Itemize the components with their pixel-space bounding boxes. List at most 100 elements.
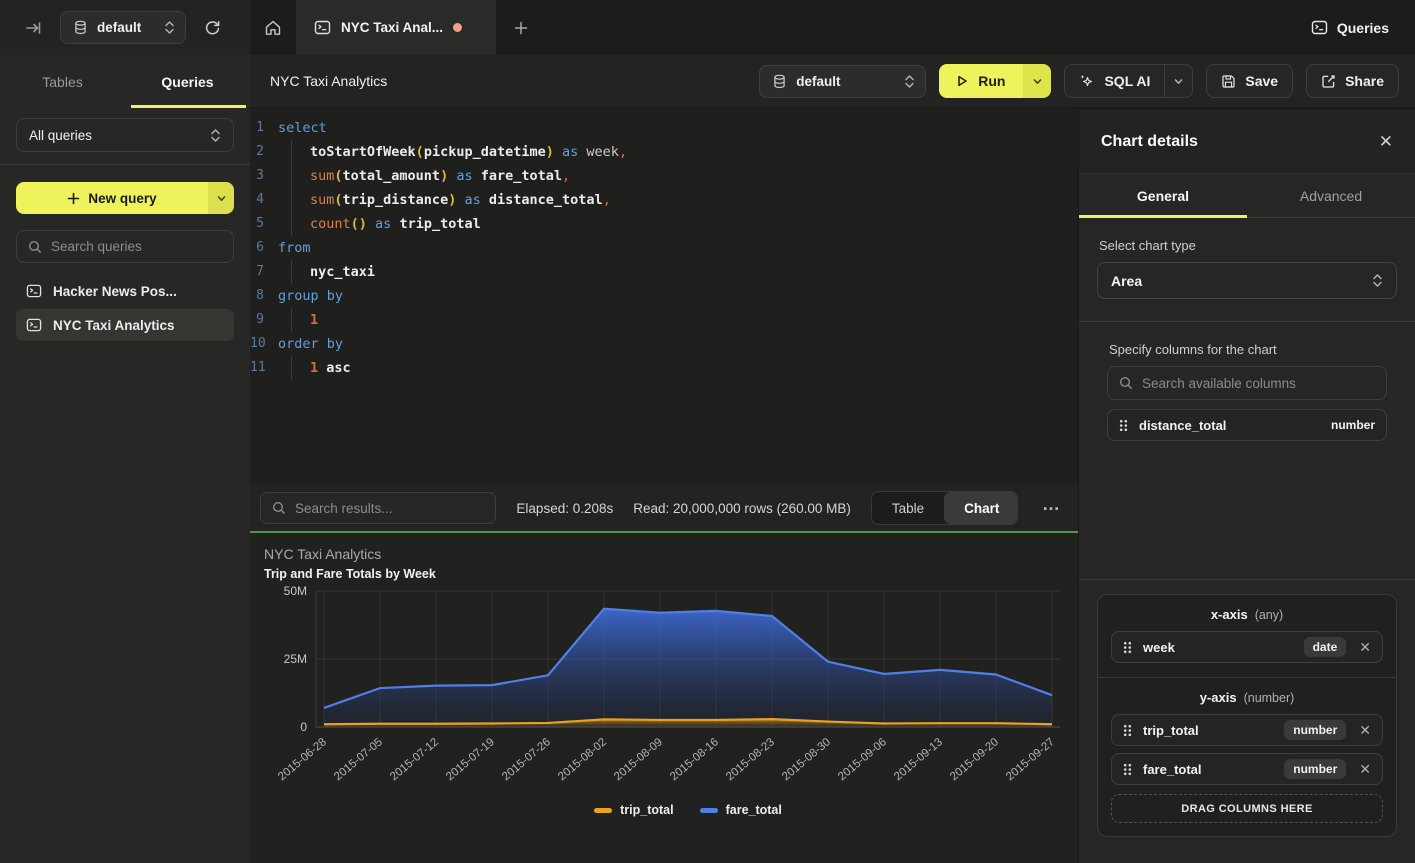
chart-type-select[interactable]: Area <box>1097 262 1397 299</box>
home-button[interactable] <box>250 0 296 55</box>
sql-editor-lines: 1select2toStartOfWeek(pickup_datetime) a… <box>250 116 1078 380</box>
column-type: number <box>1331 418 1375 432</box>
remove-column-icon[interactable]: ✕ <box>1359 761 1371 778</box>
panel-spacer <box>1097 441 1397 557</box>
sql-ai-button[interactable]: SQL AI <box>1064 64 1193 98</box>
chart-details-title: Chart details <box>1101 133 1379 151</box>
results-area-chart[interactable]: 025M50M2015-06-282015-07-052015-07-12201… <box>264 581 1072 803</box>
svg-text:2015-08-09: 2015-08-09 <box>612 736 665 783</box>
new-query-main[interactable]: New query <box>16 182 208 214</box>
column-type-badge: date <box>1304 637 1347 657</box>
query-list-item-nyc-taxi[interactable]: NYC Taxi Analytics <box>16 309 234 341</box>
columns-area: Specify columns for the chart distance_t… <box>1107 342 1387 441</box>
column-search-input[interactable] <box>1142 376 1375 391</box>
updown-chevrons-icon <box>1372 273 1383 288</box>
y-axis-column-fare-total[interactable]: fare_total number ✕ <box>1111 753 1383 785</box>
save-icon <box>1221 74 1236 89</box>
svg-text:0: 0 <box>300 720 307 734</box>
panel-divider <box>1079 579 1415 580</box>
tab-title: NYC Taxi Anal... <box>341 20 443 35</box>
svg-text:2015-09-20: 2015-09-20 <box>948 736 1001 783</box>
query-search[interactable] <box>16 230 234 263</box>
save-button[interactable]: Save <box>1206 64 1293 98</box>
sql-editor[interactable]: 1select2toStartOfWeek(pickup_datetime) a… <box>250 108 1078 485</box>
columns-label: Specify columns for the chart <box>1109 342 1387 357</box>
sidebar-tabs: Tables Queries <box>0 55 250 108</box>
available-column-distance-total[interactable]: distance_total number <box>1107 409 1387 441</box>
svg-text:2015-06-28: 2015-06-28 <box>276 736 329 783</box>
drag-handle-icon[interactable] <box>1119 419 1128 432</box>
panel-divider <box>1079 321 1415 322</box>
query-search-input[interactable] <box>51 239 222 254</box>
database-selector[interactable]: default <box>60 11 186 44</box>
refresh-icon[interactable] <box>198 14 226 42</box>
run-button-main[interactable]: Run <box>939 64 1023 98</box>
column-type-badge: number <box>1284 759 1346 779</box>
svg-text:2015-07-12: 2015-07-12 <box>388 736 441 783</box>
query-filter-select[interactable]: All queries <box>16 118 234 152</box>
column-search[interactable] <box>1107 366 1387 400</box>
legend-item-fare_total[interactable]: fare_total <box>700 803 782 817</box>
share-button[interactable]: Share <box>1306 64 1399 98</box>
column-name: distance_total <box>1139 418 1320 433</box>
query-filter-value: All queries <box>29 128 92 143</box>
y-axis-column-trip-total[interactable]: trip_total number ✕ <box>1111 714 1383 746</box>
results-search-input[interactable] <box>295 501 484 516</box>
query-list-item-hacker-news[interactable]: Hacker News Pos... <box>16 275 234 307</box>
sql-ai-dropdown[interactable] <box>1164 65 1192 97</box>
y-axis-header: y-axis (number) <box>1111 690 1383 705</box>
run-button[interactable]: Run <box>939 64 1051 98</box>
database-selector-value: default <box>97 20 141 35</box>
tab-nyc-taxi-analytics[interactable]: NYC Taxi Anal... <box>296 0 496 55</box>
y-axis-chips: trip_total number ✕ fare_total number ✕ <box>1111 714 1383 785</box>
run-database-selector[interactable]: default <box>759 65 926 98</box>
chart-type-value: Area <box>1111 273 1142 289</box>
remove-column-icon[interactable]: ✕ <box>1359 639 1371 656</box>
drag-handle-icon[interactable] <box>1123 641 1132 654</box>
sql-ai-main[interactable]: SQL AI <box>1065 65 1164 97</box>
more-options-icon[interactable]: … <box>1038 494 1064 523</box>
x-axis-chips: week date ✕ <box>1111 631 1383 663</box>
legend-swatch-icon <box>700 808 718 813</box>
share-icon <box>1321 74 1336 89</box>
legend-item-trip_total[interactable]: trip_total <box>594 803 673 817</box>
database-icon <box>772 74 787 89</box>
sidebar-tab-queries[interactable]: Queries <box>125 55 250 108</box>
column-name: week <box>1143 640 1293 655</box>
chart-type-label: Select chart type <box>1099 238 1397 253</box>
chart-details-header: Chart details ✕ <box>1079 110 1415 174</box>
sql-ai-label: SQL AI <box>1104 73 1150 89</box>
results-search[interactable] <box>260 492 496 524</box>
x-axis-column-week[interactable]: week date ✕ <box>1111 631 1383 663</box>
legend-label: trip_total <box>620 803 673 817</box>
new-query-dropdown[interactable] <box>208 182 234 214</box>
new-query-button[interactable]: New query <box>16 182 234 214</box>
close-icon[interactable]: ✕ <box>1379 132 1393 152</box>
new-query-label: New query <box>88 191 156 206</box>
view-toggle-table[interactable]: Table <box>872 492 944 524</box>
svg-text:2015-09-13: 2015-09-13 <box>892 736 945 783</box>
sidebar-tab-tables[interactable]: Tables <box>0 55 125 108</box>
search-icon <box>272 501 286 515</box>
new-tab-button[interactable] <box>496 0 546 55</box>
query-list: Hacker News Pos... NYC Taxi Analytics <box>16 275 234 341</box>
column-type-badge: number <box>1284 720 1346 740</box>
top-bar: default NYC Taxi Anal... <box>0 0 1415 55</box>
view-toggle-chart[interactable]: Chart <box>944 492 1018 524</box>
sidebar-body: All queries New query <box>0 108 250 341</box>
drag-columns-dropzone[interactable]: DRAG COLUMNS HERE <box>1111 794 1383 823</box>
svg-text:2015-09-06: 2015-09-06 <box>836 736 889 783</box>
query-toolbar: NYC Taxi Analytics default Run <box>250 55 1415 108</box>
drag-handle-icon[interactable] <box>1123 724 1132 737</box>
queries-button-label: Queries <box>1337 20 1389 36</box>
tab-general[interactable]: General <box>1079 174 1247 217</box>
save-button-label: Save <box>1245 73 1278 89</box>
queries-button[interactable]: Queries <box>1299 0 1415 55</box>
drag-handle-icon[interactable] <box>1123 763 1132 776</box>
tab-strip: NYC Taxi Anal... Queries <box>250 0 1415 55</box>
tab-advanced[interactable]: Advanced <box>1247 174 1415 217</box>
run-dropdown[interactable] <box>1023 64 1051 98</box>
chart-legend: trip_total fare_total <box>264 803 1072 817</box>
collapse-sidebar-icon[interactable] <box>20 14 48 42</box>
remove-column-icon[interactable]: ✕ <box>1359 722 1371 739</box>
